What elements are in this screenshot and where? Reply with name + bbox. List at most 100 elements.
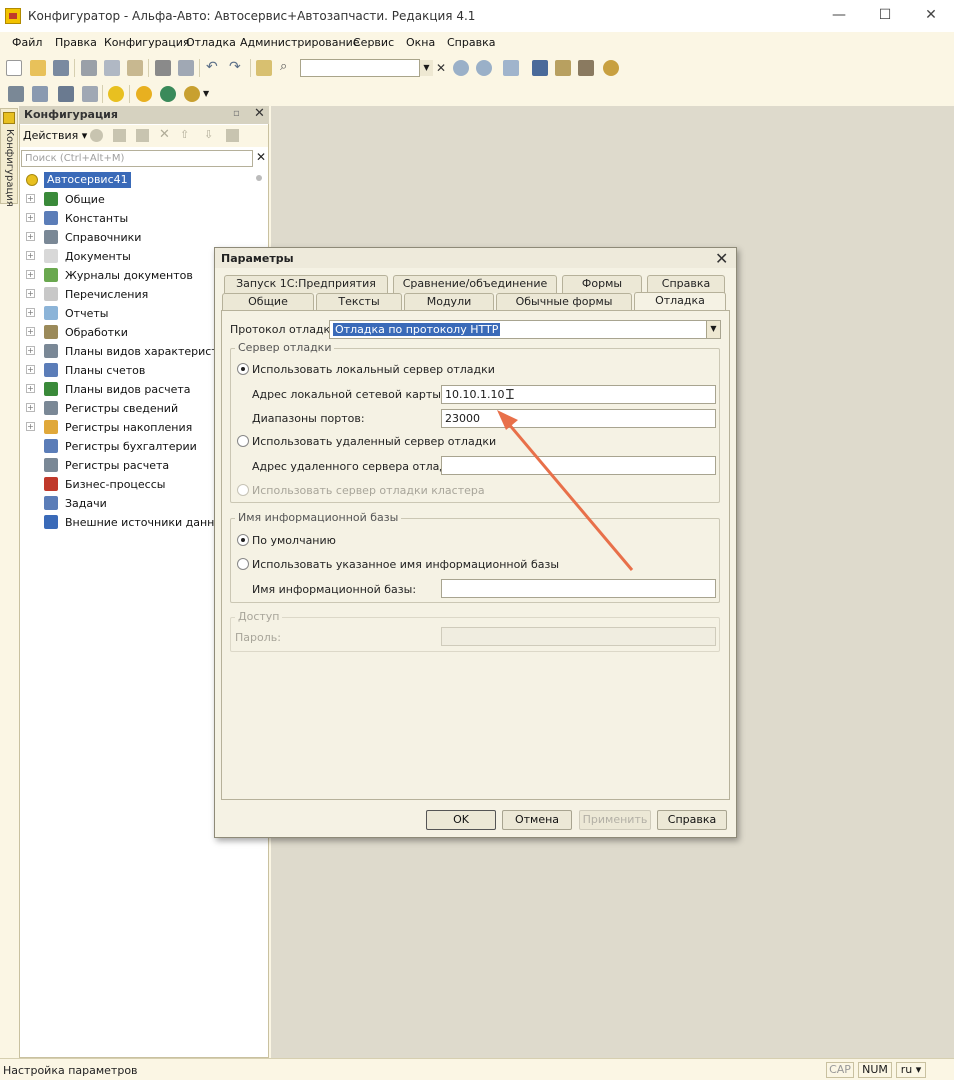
clear-search-icon[interactable]: ✕: [436, 61, 446, 75]
actions-menu-button[interactable]: Действия ▾: [23, 129, 87, 142]
expand-icon[interactable]: +: [26, 270, 35, 279]
run-client-icon[interactable]: [184, 86, 200, 102]
run-enterprise-icon[interactable]: [136, 86, 152, 102]
tab-ordinary-forms[interactable]: Обычные формы: [496, 293, 632, 311]
expand-icon[interactable]: +: [26, 422, 35, 431]
local-nic-field[interactable]: 10.10.1.10: [441, 385, 716, 404]
paste-icon[interactable]: [127, 60, 143, 76]
expand-icon[interactable]: +: [26, 365, 35, 374]
open-folder-icon[interactable]: [30, 60, 46, 76]
menu-administration[interactable]: Администрирование: [240, 36, 360, 49]
clear-search-icon[interactable]: ✕: [256, 150, 266, 164]
info-icon[interactable]: [603, 60, 619, 76]
menu-edit[interactable]: Правка: [55, 36, 97, 49]
edit-icon[interactable]: [113, 129, 126, 142]
syntax-assistant-icon[interactable]: [532, 60, 548, 76]
use-remote-server-radio[interactable]: [237, 435, 249, 447]
tab-forms[interactable]: Формы: [562, 275, 642, 293]
cut-icon[interactable]: [81, 60, 97, 76]
menu-file[interactable]: Файл: [12, 36, 42, 49]
expand-icon[interactable]: +: [26, 346, 35, 355]
tree-item[interactable]: + Общие: [20, 190, 266, 209]
tree-root[interactable]: Автосервис41: [20, 171, 266, 190]
dialog-close-icon[interactable]: ✕: [715, 249, 728, 268]
search-icon[interactable]: ⌕: [280, 60, 296, 76]
chevron-down-icon[interactable]: ▼: [419, 60, 433, 76]
tab-help[interactable]: Справка: [647, 275, 725, 293]
undo-icon[interactable]: ↶: [206, 60, 222, 76]
menu-help[interactable]: Справка: [447, 36, 495, 49]
protocol-select[interactable]: Отладка по протоколу HTTP ▼: [329, 320, 721, 339]
close-button[interactable]: ✕: [908, 0, 954, 32]
search-combo[interactable]: ▼: [300, 59, 433, 77]
compare-icon[interactable]: [82, 86, 98, 102]
ports-field[interactable]: 23000: [441, 409, 716, 428]
ok-button[interactable]: OK: [426, 810, 496, 830]
tab-modules[interactable]: Модули: [404, 293, 494, 311]
preview-icon[interactable]: [178, 60, 194, 76]
config-db-icon[interactable]: [32, 86, 48, 102]
tab-compare-merge[interactable]: Сравнение/объединение: [393, 275, 557, 293]
config-tree-icon[interactable]: [8, 86, 24, 102]
use-local-server-radio[interactable]: [237, 363, 249, 375]
config-search-input[interactable]: Поиск (Ctrl+Alt+M): [21, 150, 253, 167]
expand-icon[interactable]: +: [26, 384, 35, 393]
chevron-down-icon[interactable]: ▼: [203, 89, 209, 98]
new-document-icon[interactable]: [6, 60, 22, 76]
print-icon[interactable]: [155, 60, 171, 76]
find-previous-icon[interactable]: [476, 60, 492, 76]
copy-item-icon[interactable]: [136, 129, 149, 142]
toolbar-separator: [74, 59, 75, 77]
menu-windows[interactable]: Окна: [406, 36, 435, 49]
update-db-icon[interactable]: [58, 86, 74, 102]
delete-icon[interactable]: ✕: [159, 127, 170, 142]
help-button[interactable]: Справка: [657, 810, 727, 830]
help-book-icon[interactable]: [578, 60, 594, 76]
expand-icon[interactable]: +: [26, 308, 35, 317]
expand-icon[interactable]: +: [26, 251, 35, 260]
expand-icon[interactable]: +: [26, 232, 35, 241]
tab-general[interactable]: Общие: [222, 293, 314, 311]
apply-button[interactable]: Применить: [579, 810, 651, 830]
help-pointer-icon[interactable]: [555, 60, 571, 76]
menu-configuration[interactable]: Конфигурация: [104, 36, 190, 49]
chevron-down-icon[interactable]: ▼: [706, 321, 720, 338]
tab-texts[interactable]: Тексты: [316, 293, 402, 311]
expand-icon[interactable]: +: [26, 194, 35, 203]
expand-icon[interactable]: +: [26, 327, 35, 336]
find-next-icon[interactable]: [453, 60, 469, 76]
tab-enterprise-launch[interactable]: Запуск 1С:Предприятия: [224, 275, 388, 293]
save-icon[interactable]: [53, 60, 69, 76]
tree-item[interactable]: + Константы: [20, 209, 266, 228]
tab-debug[interactable]: Отладка: [634, 292, 726, 311]
ib-name-field[interactable]: [441, 579, 716, 598]
cancel-button[interactable]: Отмена: [502, 810, 572, 830]
run-web-icon[interactable]: [160, 86, 176, 102]
language-selector[interactable]: ru ▾: [896, 1062, 926, 1078]
window-list-icon[interactable]: [503, 60, 519, 76]
pin-icon[interactable]: ▫: [233, 108, 240, 119]
move-up-icon[interactable]: ⇧: [180, 128, 189, 141]
expand-icon[interactable]: +: [26, 403, 35, 412]
start-debug-icon[interactable]: [108, 86, 124, 102]
ib-default-radio[interactable]: [237, 534, 249, 546]
menu-debug[interactable]: Отладка: [186, 36, 236, 49]
remote-addr-field[interactable]: [441, 456, 716, 475]
add-icon[interactable]: [90, 129, 103, 142]
expand-icon[interactable]: +: [26, 289, 35, 298]
find-in-files-icon[interactable]: [256, 60, 272, 76]
menu-service[interactable]: Сервис: [353, 36, 394, 49]
config-side-tab[interactable]: Конфигурация: [0, 108, 18, 207]
copy-icon[interactable]: [104, 60, 120, 76]
redo-icon[interactable]: ↷: [229, 60, 245, 76]
expand-icon[interactable]: +: [26, 213, 35, 222]
sort-icon[interactable]: [226, 129, 239, 142]
ib-custom-radio[interactable]: [237, 558, 249, 570]
minimize-button[interactable]: —: [816, 0, 862, 32]
panel-close-icon[interactable]: ✕: [254, 106, 265, 121]
move-down-icon[interactable]: ⇩: [204, 128, 213, 141]
tree-item[interactable]: + Справочники: [20, 228, 266, 247]
maximize-button[interactable]: ☐: [862, 0, 908, 32]
password-field[interactable]: [441, 627, 716, 646]
use-cluster-server-radio[interactable]: [237, 484, 249, 496]
